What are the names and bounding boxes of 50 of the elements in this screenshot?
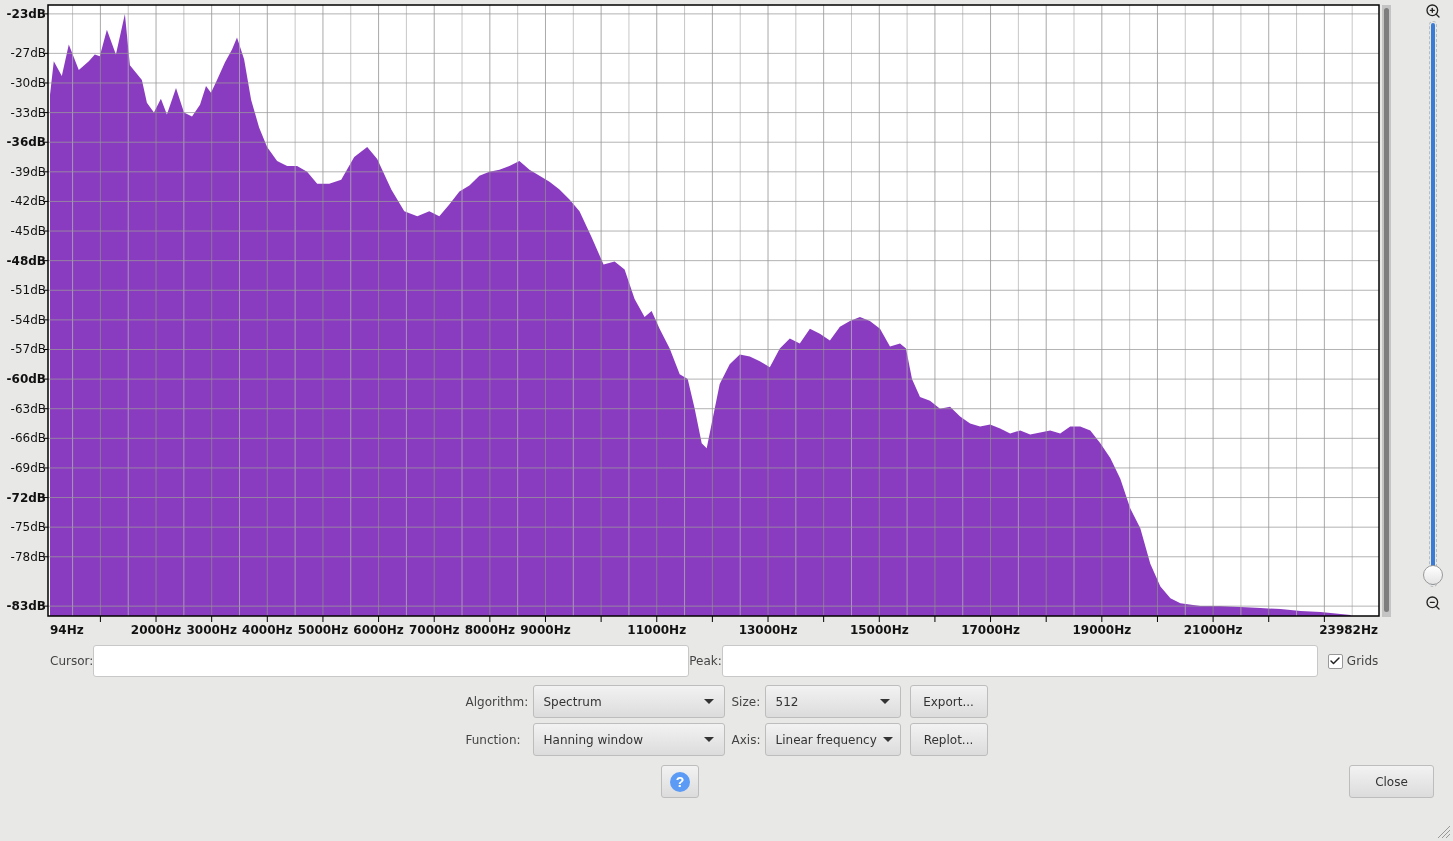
y-axis-label: -33dB [10,105,46,120]
y-axis-label: -60dB [6,372,46,387]
x-axis-label: 17000Hz [961,623,1020,637]
cursor-label: Cursor: [50,654,94,668]
close-button[interactable]: Close [1349,765,1434,798]
dropdown[interactable]: 512 [764,685,901,718]
setting-label: Function: [465,732,522,747]
y-axis-label: -48dB [6,253,46,268]
y-axis-label: -23dB [6,6,46,21]
y-axis-label: -69dB [10,460,46,475]
setting-label: Algorithm: [465,694,530,709]
x-axis-label: 3000Hz [186,623,237,637]
x-axis-label: 15000Hz [849,623,909,637]
setting-label: Axis: [731,732,762,747]
peak-label: Peak: [689,654,722,668]
dropdown[interactable]: Linear frequency [764,723,901,756]
grids-label: Grids [1346,654,1379,668]
dropdown[interactable]: Hanning window [532,723,725,756]
y-axis-label: -83dB [6,599,46,614]
setting-label: Size: [731,694,762,709]
y-axis-label: -45dB [10,224,46,239]
x-axis-label: 19000Hz [1072,623,1132,637]
action-button[interactable]: Export... [909,685,988,718]
x-axis-label: 94Hz [50,623,84,637]
x-axis-label: 9000Hz [520,623,571,637]
x-axis-label: 2000Hz [130,623,182,637]
y-axis-label: -27dB [10,46,46,61]
x-axis-label: 13000Hz [738,623,798,637]
y-axis-label: -30dB [10,76,46,90]
x-axis-label: 5000Hz [297,623,349,637]
y-axis-label: -66dB [10,431,46,446]
x-axis-label: 7000Hz [409,623,460,637]
action-button[interactable]: Replot... [909,723,988,756]
x-axis-label: 6000Hz [353,623,404,637]
y-axis-label: -51dB [10,283,46,298]
y-axis-label: -57dB [10,342,46,357]
x-axis-label: 4000Hz [242,623,293,637]
y-axis-label: -78dB [10,549,46,564]
y-axis-label: -36dB [6,135,46,150]
y-axis-label: -39dB [10,164,46,179]
x-axis-label: 21000Hz [1183,623,1243,637]
y-axis-label: -72dB [6,490,46,505]
y-axis-label: -54dB [10,312,46,327]
y-axis-label: -75dB [10,520,46,535]
x-axis-label: 11000Hz [627,623,687,637]
dropdown[interactable]: Spectrum [532,685,725,718]
y-axis-label: -42dB [10,194,46,209]
x-axis-label: 23982Hz [1319,623,1378,637]
x-axis-label: 8000Hz [464,623,516,637]
y-axis-label: -63dB [10,401,46,416]
